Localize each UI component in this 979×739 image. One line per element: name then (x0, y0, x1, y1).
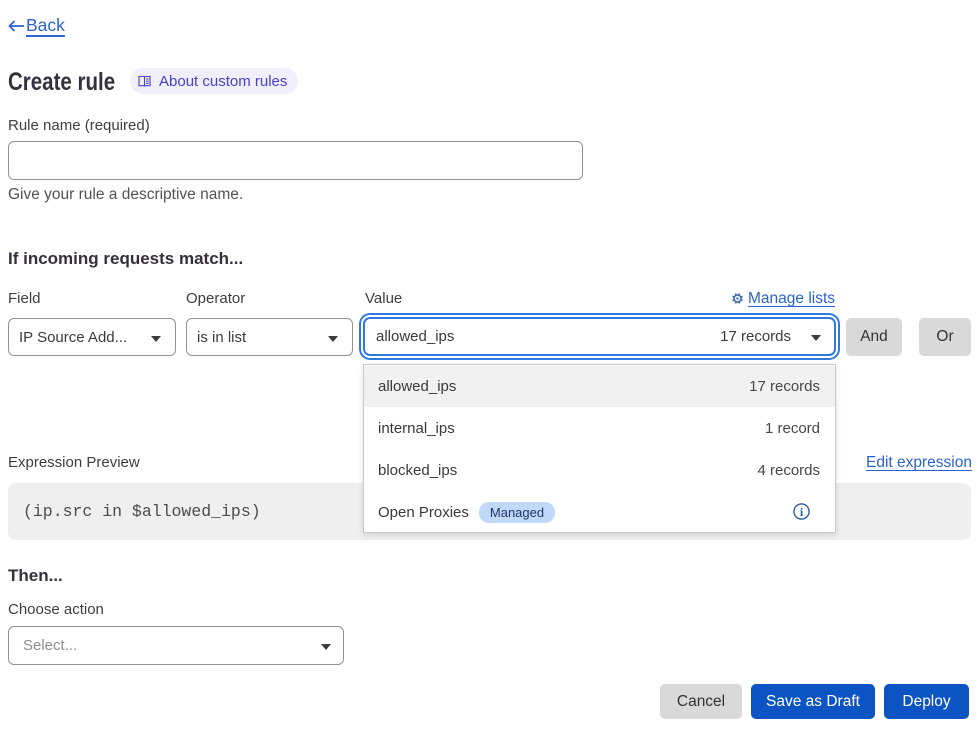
svg-text:i: i (800, 505, 804, 519)
